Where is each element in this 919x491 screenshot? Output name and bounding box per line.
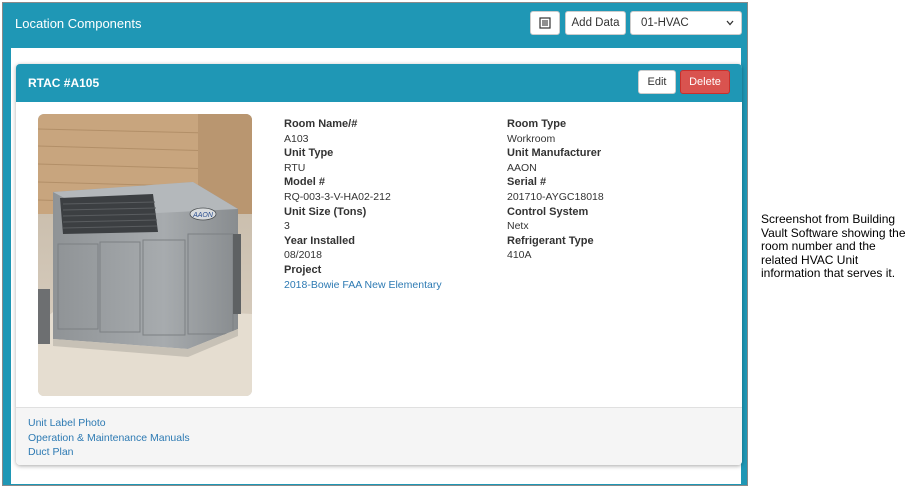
field-label: Serial # xyxy=(507,176,547,189)
field-label: Year Installed xyxy=(284,234,355,247)
serial-value: 201710-AYGC18018 xyxy=(507,190,604,203)
aaon-logo: AAON xyxy=(192,212,214,219)
list-icon xyxy=(539,17,551,29)
edit-button[interactable]: Edit xyxy=(638,70,676,94)
field-label: Unit Manufacturer xyxy=(507,147,602,160)
unit-card-footer: Unit Label Photo Operation & Maintenance… xyxy=(16,407,742,465)
unit-fields-left: Room Name/# A103 Unit Type RTU Model # R… xyxy=(284,117,442,292)
control-system-value: Netx xyxy=(507,220,529,233)
add-data-button[interactable]: Add Data xyxy=(565,11,626,35)
unit-photo[interactable]: AAON xyxy=(38,114,252,396)
screenshot-caption: Screenshot from Building Vault Software … xyxy=(761,212,906,280)
field-label: Unit Type xyxy=(284,147,334,160)
model-value: RQ-003-3-V-HA02-212 xyxy=(284,190,391,203)
unit-card: RTAC #A105 Edit Delete AAON Room Name/# … xyxy=(16,64,742,465)
location-components-panel: Location Components Add Data 01-HVAC RTA… xyxy=(2,2,748,486)
field-label: Unit Size (Tons) xyxy=(284,205,367,218)
field-label: Control System xyxy=(507,205,589,218)
panel-title: Location Components xyxy=(15,16,142,31)
om-manuals-link[interactable]: Operation & Maintenance Manuals xyxy=(28,432,190,444)
unit-size-value: 3 xyxy=(284,220,290,233)
rooftop-unit-image: AAON xyxy=(38,114,252,396)
list-view-button[interactable] xyxy=(530,11,560,35)
unit-title: RTAC #A105 xyxy=(28,76,100,90)
system-select-value: 01-HVAC xyxy=(641,17,689,29)
refrigerant-value: 410A xyxy=(507,249,532,262)
field-label: Refrigerant Type xyxy=(507,234,594,247)
field-label: Model # xyxy=(284,176,325,189)
manufacturer-value: AAON xyxy=(507,161,537,174)
unit-type-value: RTU xyxy=(284,161,306,174)
field-label: Project xyxy=(284,263,322,276)
unit-card-header: RTAC #A105 Edit Delete xyxy=(16,64,742,102)
field-label: Room Name/# xyxy=(284,118,358,130)
unit-fields-right: Room Type Workroom Unit Manufacturer AAO… xyxy=(507,117,604,263)
unit-label-photo-link[interactable]: Unit Label Photo xyxy=(28,417,106,429)
project-link[interactable]: 2018-Bowie FAA New Elementary xyxy=(284,279,442,291)
chevron-down-icon xyxy=(726,20,734,26)
delete-button[interactable]: Delete xyxy=(680,70,730,94)
room-type-value: Workroom xyxy=(507,132,556,145)
year-installed-value: 08/2018 xyxy=(284,249,322,262)
system-select[interactable]: 01-HVAC xyxy=(630,11,742,35)
field-label: Room Type xyxy=(507,118,567,130)
duct-plan-link[interactable]: Duct Plan xyxy=(28,446,74,458)
room-name-value: A103 xyxy=(284,132,309,145)
